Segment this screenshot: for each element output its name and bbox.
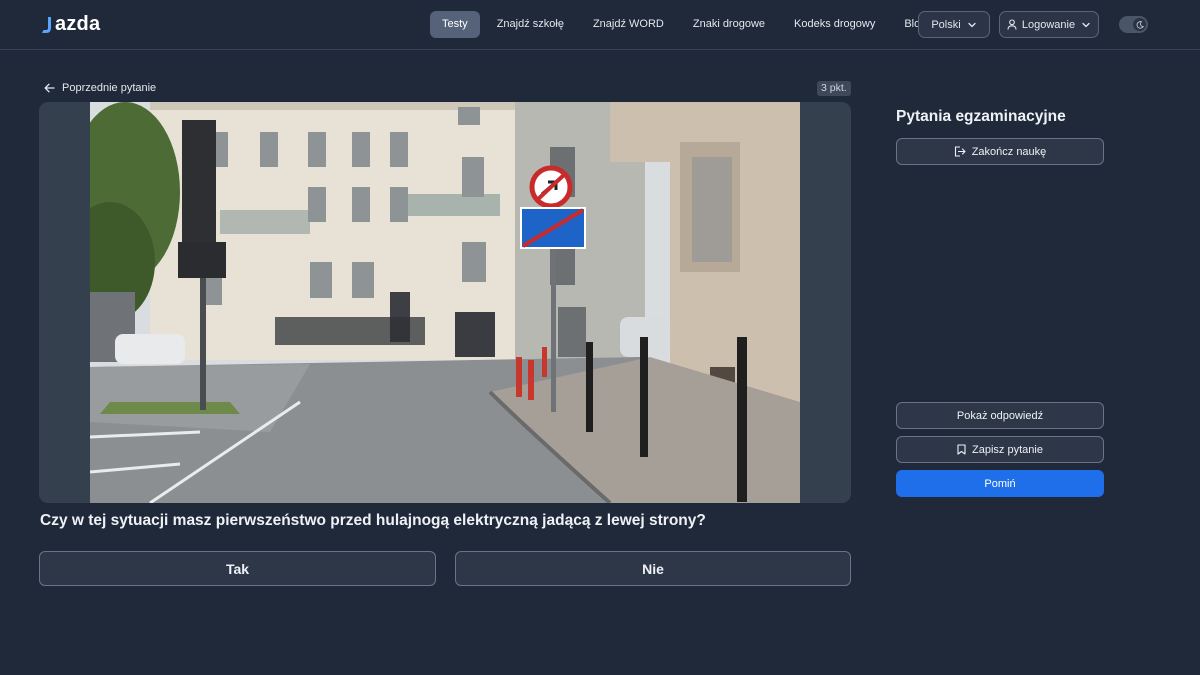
question-text: Czy w tej sytuacji masz pierwszeństwo pr…: [40, 512, 706, 529]
main-nav: Testy Znajdź szkołę Znajdź WORD Znaki dr…: [430, 11, 943, 38]
theme-toggle[interactable]: [1119, 16, 1148, 33]
end-study-button[interactable]: Zakończ naukę: [896, 138, 1104, 165]
nav-link-testy[interactable]: Testy: [430, 11, 480, 38]
arrow-left-icon: [44, 83, 55, 93]
street-scene-image: [90, 102, 800, 503]
nav-link-schools[interactable]: Znajdź szkołę: [485, 11, 576, 38]
logout-icon: [954, 146, 966, 157]
question-media: [39, 102, 851, 503]
login-button[interactable]: Logowanie: [999, 11, 1099, 38]
moon-icon: [1136, 20, 1144, 29]
bookmark-icon: [957, 444, 966, 455]
save-question-label: Zapisz pytanie: [972, 443, 1043, 456]
previous-question-link[interactable]: Poprzednie pytanie: [44, 80, 156, 96]
show-answer-button[interactable]: Pokaż odpowiedź: [896, 402, 1104, 429]
answer-yes-button[interactable]: Tak: [39, 551, 436, 586]
save-question-button[interactable]: Zapisz pytanie: [896, 436, 1104, 463]
theme-toggle-knob: [1133, 18, 1146, 31]
sidebar-title: Pytania egzaminacyjne: [896, 108, 1066, 125]
top-navbar: azda Testy Znajdź szkołę Znajdź WORD Zna…: [0, 0, 1200, 50]
chevron-down-icon: [968, 22, 976, 27]
points-badge: 3 pkt.: [817, 81, 851, 96]
end-study-label: Zakończ naukę: [971, 145, 1047, 158]
language-select[interactable]: Polski: [918, 11, 990, 38]
logo-mark-icon: [42, 17, 51, 33]
nav-link-word[interactable]: Znajdź WORD: [581, 11, 676, 38]
login-label: Logowanie: [1021, 18, 1076, 31]
logo[interactable]: azda: [42, 12, 100, 36]
nav-link-road-signs[interactable]: Znaki drogowe: [681, 11, 777, 38]
skip-button[interactable]: Pomiń: [896, 470, 1104, 497]
logo-text: azda: [55, 12, 101, 35]
language-label: Polski: [931, 18, 961, 31]
user-icon: [1007, 19, 1017, 30]
answer-no-button[interactable]: Nie: [455, 551, 851, 586]
nav-link-traffic-code[interactable]: Kodeks drogowy: [782, 11, 887, 38]
previous-question-label: Poprzednie pytanie: [62, 82, 157, 94]
chevron-down-icon: [1082, 22, 1090, 27]
